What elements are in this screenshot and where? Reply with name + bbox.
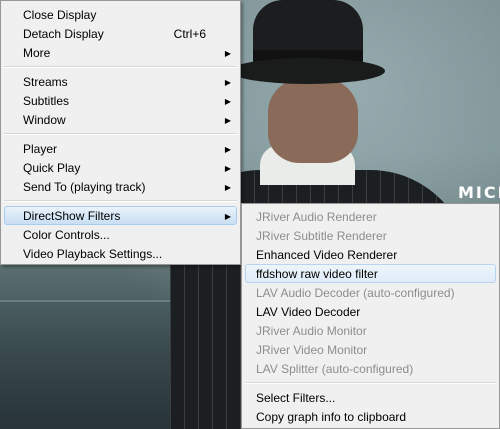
menu-item-label: JRiver Audio Monitor xyxy=(256,324,367,338)
filter-item-jriver-audio-renderer[interactable]: JRiver Audio Renderer xyxy=(245,207,496,226)
menu-item-copy-graph-info[interactable]: Copy graph info to clipboard xyxy=(245,407,496,426)
menu-item-label: JRiver Subtitle Renderer xyxy=(256,229,387,243)
filter-item-ffdshow-raw-video-filter[interactable]: ffdshow raw video filter xyxy=(245,264,496,283)
menu-item-quick-play[interactable]: Quick Play ▶ xyxy=(4,158,237,177)
menu-item-label: JRiver Video Monitor xyxy=(256,343,368,357)
menu-separator xyxy=(4,133,237,135)
submenu-arrow-icon: ▶ xyxy=(224,145,231,154)
menu-item-detach-display[interactable]: Detach Display Ctrl+6 xyxy=(4,24,237,43)
menu-separator xyxy=(245,382,496,384)
menu-item-label: Select Filters... xyxy=(256,391,336,405)
menu-item-close-display[interactable]: Close Display xyxy=(4,5,237,24)
filter-item-lav-audio-decoder[interactable]: LAV Audio Decoder (auto-configured) xyxy=(245,283,496,302)
menu-item-video-playback-settings[interactable]: Video Playback Settings... xyxy=(4,244,237,263)
menu-item-label: Streams xyxy=(23,75,68,89)
menu-item-label: JRiver Audio Renderer xyxy=(256,210,377,224)
video-title-text: MICI xyxy=(458,183,500,202)
submenu-arrow-icon: ▶ xyxy=(224,97,231,106)
menu-item-label: Video Playback Settings... xyxy=(23,247,163,261)
filter-item-enhanced-video-renderer[interactable]: Enhanced Video Renderer xyxy=(245,245,496,264)
directshow-filters-submenu: JRiver Audio Renderer JRiver Subtitle Re… xyxy=(241,203,500,429)
menu-item-streams[interactable]: Streams ▶ xyxy=(4,72,237,91)
menu-separator xyxy=(4,66,237,68)
video-man-hat-brim xyxy=(230,58,385,84)
menu-item-label: Subtitles xyxy=(23,94,70,108)
menu-item-label: LAV Splitter (auto-configured) xyxy=(256,362,414,376)
menu-item-label: Enhanced Video Renderer xyxy=(256,248,398,262)
submenu-arrow-icon: ▶ xyxy=(224,78,231,87)
menu-item-label: More xyxy=(23,46,51,60)
menu-item-label: Player xyxy=(23,142,58,156)
menu-item-more[interactable]: More ▶ xyxy=(4,43,237,62)
video-man-head xyxy=(268,78,358,163)
menu-separator xyxy=(4,200,237,202)
menu-item-label: Close Display xyxy=(23,8,97,22)
menu-item-label: ffdshow raw video filter xyxy=(256,267,378,281)
filter-item-jriver-subtitle-renderer[interactable]: JRiver Subtitle Renderer xyxy=(245,226,496,245)
menu-item-window[interactable]: Window ▶ xyxy=(4,110,237,129)
menu-item-label: Copy graph info to clipboard xyxy=(256,410,407,424)
menu-item-label: Window xyxy=(23,113,66,127)
menu-item-label: Color Controls... xyxy=(23,228,110,242)
context-menu: Close Display Detach Display Ctrl+6 More… xyxy=(0,0,241,265)
submenu-arrow-icon: ▶ xyxy=(224,212,231,221)
submenu-arrow-icon: ▶ xyxy=(224,49,231,58)
submenu-arrow-icon: ▶ xyxy=(224,164,231,173)
menu-item-label: DirectShow Filters xyxy=(23,209,121,223)
menu-item-send-to[interactable]: Send To (playing track) ▶ xyxy=(4,177,237,196)
filter-item-lav-splitter[interactable]: LAV Splitter (auto-configured) xyxy=(245,359,496,378)
menu-item-subtitles[interactable]: Subtitles ▶ xyxy=(4,91,237,110)
menu-item-label: Quick Play xyxy=(23,161,81,175)
submenu-arrow-icon: ▶ xyxy=(224,183,231,192)
filter-item-jriver-audio-monitor[interactable]: JRiver Audio Monitor xyxy=(245,321,496,340)
menu-item-label: Send To (playing track) xyxy=(23,180,146,194)
menu-item-player[interactable]: Player ▶ xyxy=(4,139,237,158)
filter-item-lav-video-decoder[interactable]: LAV Video Decoder xyxy=(245,302,496,321)
menu-item-label: LAV Audio Decoder (auto-configured) xyxy=(256,286,455,300)
menu-item-select-filters[interactable]: Select Filters... xyxy=(245,388,496,407)
menu-item-color-controls[interactable]: Color Controls... xyxy=(4,225,237,244)
menu-item-label: LAV Video Decoder xyxy=(256,305,361,319)
menu-item-directshow-filters[interactable]: DirectShow Filters ▶ xyxy=(4,206,237,225)
menu-item-label: Detach Display xyxy=(23,27,104,41)
filter-item-jriver-video-monitor[interactable]: JRiver Video Monitor xyxy=(245,340,496,359)
menu-item-shortcut: Ctrl+6 xyxy=(173,27,206,41)
submenu-arrow-icon: ▶ xyxy=(224,116,231,125)
